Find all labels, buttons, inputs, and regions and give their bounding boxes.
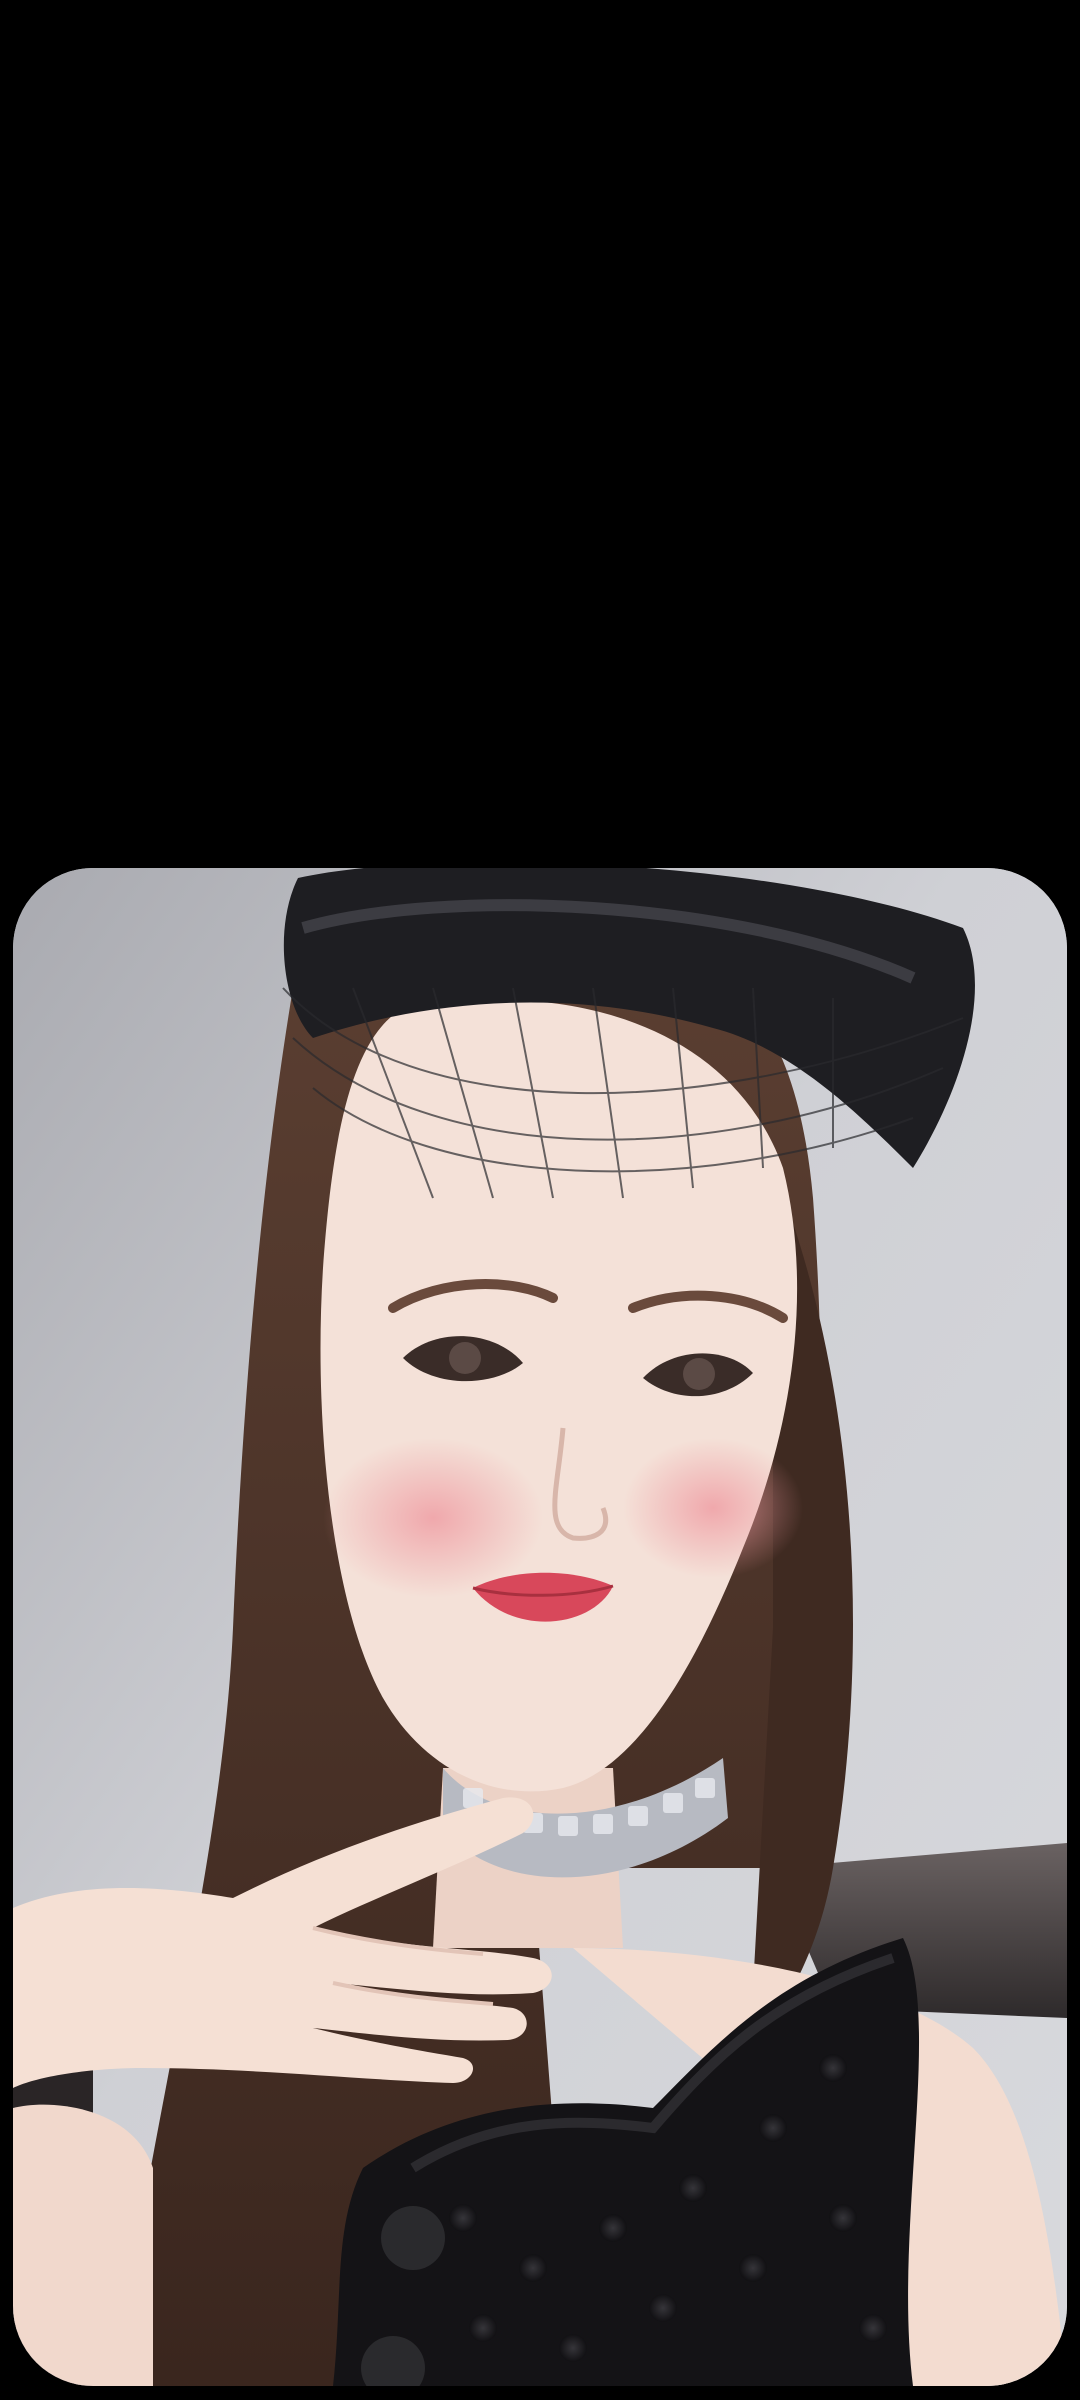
- dress-button-1: [381, 2206, 445, 2270]
- screen: [0, 0, 1080, 2400]
- left-cheek-blush: [323, 1438, 543, 1598]
- portrait-image: [13, 868, 1067, 2386]
- right-cheek-blush: [623, 1438, 803, 1578]
- photo[interactable]: [13, 868, 1067, 2386]
